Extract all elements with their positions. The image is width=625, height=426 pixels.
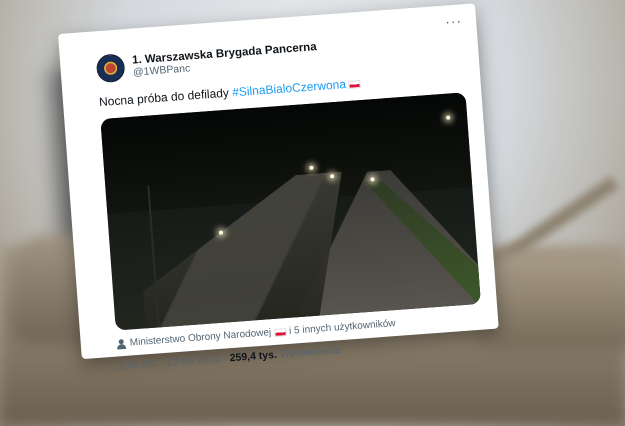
tweet-media-image[interactable]: [100, 92, 481, 331]
attribution-account[interactable]: Ministerstwo Obrony Narodowej: [129, 327, 271, 348]
hashtag-link[interactable]: #SilnaBialoCzerwona: [232, 77, 347, 99]
background-tank-right: [475, 255, 625, 350]
tweet-body: Nocna próba do defilady: [98, 85, 233, 110]
author-names: 1. Warszawska Brygada Pancerna @1WBPanc: [132, 41, 318, 79]
meta-separator: ·: [159, 357, 164, 370]
tweet-card: ··· 1. Warszawska Brygada Pancerna @1WBP…: [58, 3, 499, 372]
tweet-header: 1. Warszawska Brygada Pancerna @1WBPanc: [95, 39, 318, 84]
flag-poland-icon: [273, 327, 287, 337]
meta-separator: ·: [222, 352, 228, 365]
attribution-others[interactable]: i 5 innych użytkowników: [289, 318, 396, 337]
avatar[interactable]: [95, 53, 126, 84]
person-icon: [116, 338, 126, 349]
flag-poland-icon: [347, 79, 361, 89]
more-icon[interactable]: ···: [445, 12, 463, 29]
